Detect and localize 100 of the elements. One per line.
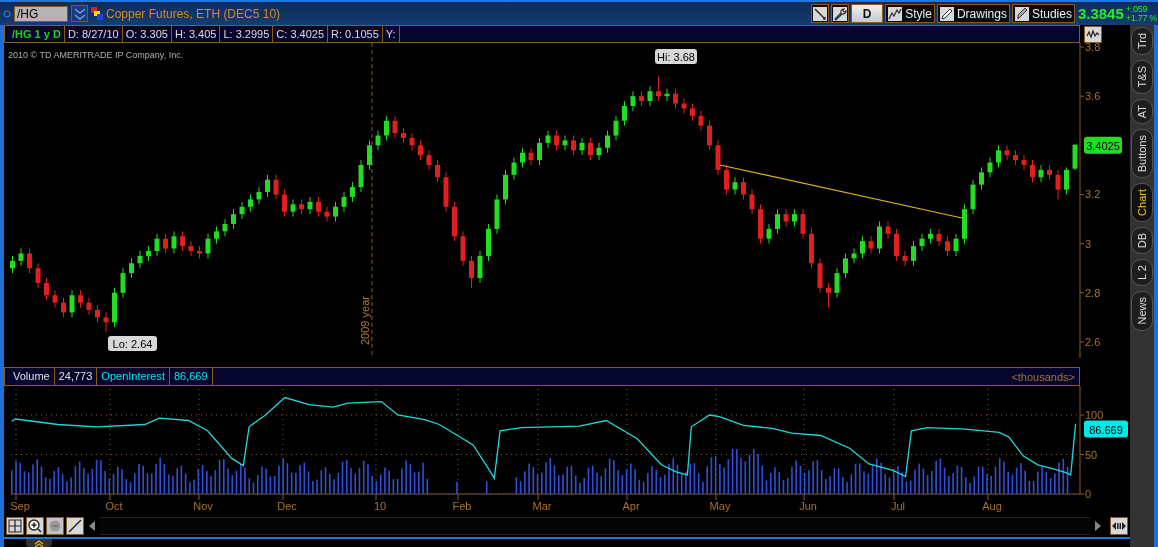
candlestick [775, 208, 780, 235]
last-price: 3.3845 [1077, 5, 1124, 22]
candlestick [222, 218, 228, 237]
candlestick [282, 189, 287, 218]
candlestick [537, 137, 542, 166]
year-marker: 2009 year [359, 296, 371, 345]
candlestick [605, 130, 610, 154]
candlestick [112, 287, 117, 328]
candlestick [69, 289, 75, 318]
candlestick [656, 76, 661, 102]
candlestick [953, 233, 959, 257]
candlestick [834, 267, 840, 299]
side-tab[interactable]: T&S [1131, 60, 1153, 94]
scrollbar-track[interactable] [100, 517, 1090, 536]
candlestick [180, 230, 185, 252]
zoom-out-button[interactable] [46, 517, 64, 536]
candlestick [911, 240, 916, 267]
candlestick [10, 255, 15, 274]
candlestick [707, 120, 712, 151]
side-tab[interactable]: AT [1131, 98, 1153, 124]
candlestick [792, 208, 797, 227]
candlestick [137, 250, 143, 269]
candlestick [919, 233, 925, 252]
candlestick [341, 191, 347, 213]
candlestick [409, 132, 415, 151]
study-label: /HG 1 y D [9, 26, 65, 42]
arrows-icon [1112, 520, 1126, 533]
candlestick [877, 221, 882, 254]
side-tab[interactable]: DB [1131, 226, 1153, 255]
scroll-left-icon[interactable] [89, 521, 95, 532]
candlestick [273, 174, 279, 200]
month-label: May [709, 500, 731, 512]
crosshair-icon [8, 519, 22, 534]
chart-button[interactable] [1084, 25, 1102, 43]
side-tab[interactable]: Trd [1131, 27, 1153, 56]
chevron-up-icon [34, 539, 44, 547]
candlestick [698, 110, 704, 132]
month-label: Mar [532, 500, 552, 512]
candlestick [239, 201, 245, 220]
candlestick [1021, 154, 1027, 171]
last-value-tag: 86.669 [1084, 420, 1128, 438]
candlestick [469, 255, 474, 289]
side-tab[interactable]: Chart [1131, 183, 1153, 222]
side-tab[interactable]: L 2 [1131, 259, 1153, 287]
aggregation-button[interactable]: D [851, 4, 884, 23]
candlestick [520, 147, 525, 168]
candlestick [902, 250, 908, 267]
symbol-field[interactable]: /HG [14, 5, 68, 22]
diagonal-arrow-icon [813, 6, 828, 21]
scroll-right-icon[interactable] [1095, 521, 1101, 532]
candlestick [205, 233, 211, 259]
toolbar-button[interactable]: Drawings [936, 4, 1010, 23]
toolbar-button[interactable]: Style [885, 4, 935, 23]
month-label: Sep [10, 500, 30, 512]
pin-tool-button[interactable] [811, 4, 830, 23]
candlestick [163, 233, 168, 254]
legend-label: Volume [9, 368, 55, 385]
candlestick [95, 304, 100, 323]
candlestick [758, 203, 763, 245]
candlestick [61, 297, 66, 318]
candlestick [945, 235, 950, 257]
axis-label: 3.6 [1085, 90, 1101, 103]
wrench-button[interactable] [831, 4, 850, 23]
candlestick [588, 137, 593, 161]
candlestick [290, 198, 296, 218]
candlestick [375, 130, 381, 151]
axis-label: 3.8 [1085, 43, 1101, 53]
candlestick [1064, 166, 1069, 195]
candlestick [894, 228, 899, 262]
candlestick [316, 196, 321, 218]
candlestick [860, 235, 865, 259]
zoom-in-button[interactable] [26, 517, 44, 536]
candlestick [78, 289, 83, 309]
month-label: Jun [799, 500, 817, 512]
month-label: Oct [105, 500, 123, 512]
candlestick [35, 262, 41, 289]
candlestick [426, 149, 432, 171]
side-tab[interactable]: News [1131, 291, 1153, 331]
candlestick [129, 257, 134, 279]
expand-panel-button[interactable] [26, 539, 52, 547]
axis-label: 100 [1085, 409, 1104, 421]
expand-button[interactable] [1110, 517, 1128, 536]
line-tool-button[interactable] [66, 517, 84, 536]
toolbar-button[interactable]: Studies [1011, 4, 1075, 23]
candlestick [554, 130, 559, 151]
info-field: R: 0.1055 [328, 26, 383, 42]
side-tab[interactable]: Buttons [1131, 128, 1153, 179]
candlestick [962, 203, 967, 245]
candlestick [622, 100, 627, 127]
dropdown-button[interactable] [71, 5, 88, 22]
candlestick [333, 201, 338, 222]
candlestick [256, 186, 262, 205]
candlestick [86, 297, 92, 316]
candlestick [928, 228, 933, 245]
candlestick [571, 135, 576, 156]
candlestick [154, 233, 160, 257]
crosshair-button[interactable] [6, 517, 24, 536]
candlestick [1072, 143, 1078, 171]
axis-label: 0 [1085, 488, 1092, 500]
candlestick [1004, 144, 1010, 161]
